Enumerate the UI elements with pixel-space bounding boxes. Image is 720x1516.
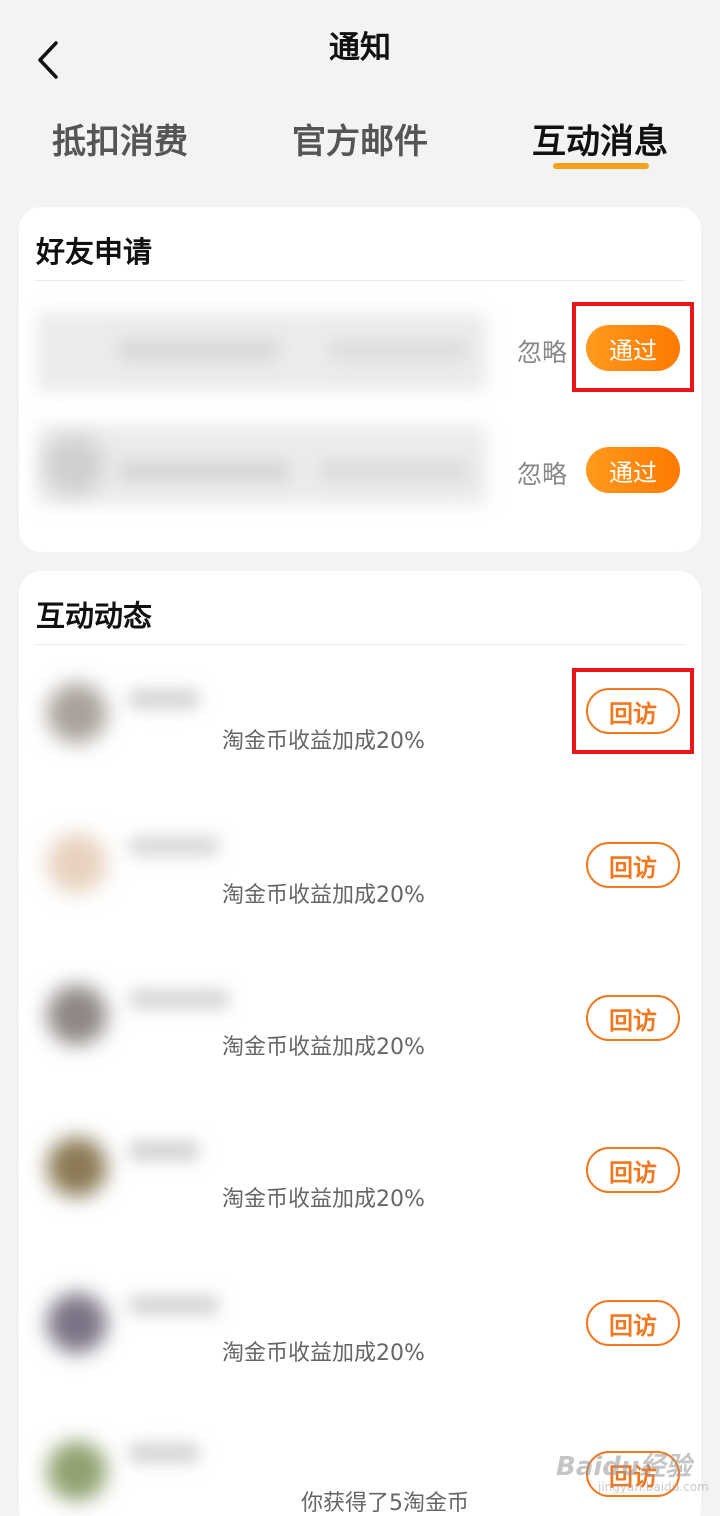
activity-description: 淘金币收益加成20% — [222, 1341, 425, 1366]
avatar — [47, 985, 107, 1045]
tab-deduction[interactable]: 抵扣消费 — [52, 114, 188, 163]
header: 通知 — [0, 0, 720, 90]
divider — [34, 280, 686, 281]
blurred-name — [129, 1141, 199, 1161]
activity-description: 淘金币收益加成20% — [222, 1035, 425, 1060]
activity-description: 淘金币收益加成20% — [222, 883, 425, 908]
blurred-name — [119, 460, 289, 482]
visit-back-button[interactable]: 回访 — [586, 1147, 680, 1193]
blurred-detail — [319, 460, 469, 482]
blurred-detail — [329, 339, 469, 361]
activity-card: 互动动态 淘金币收益加成20% 回访 淘金币收益加成20% 回访 淘金币收益加成… — [19, 571, 701, 1516]
blurred-name — [129, 1295, 219, 1315]
section-title: 互动动态 — [36, 599, 153, 633]
avatar — [47, 1441, 107, 1501]
visit-back-button[interactable]: 回访 — [586, 688, 680, 734]
ignore-button[interactable]: 忽略 — [517, 333, 567, 369]
visit-back-button[interactable]: 回访 — [586, 995, 680, 1041]
page-title: 通知 — [329, 30, 391, 66]
blurred-name — [129, 689, 199, 709]
blurred-name — [129, 836, 219, 856]
blurred-name — [129, 1443, 199, 1463]
divider — [34, 644, 686, 645]
tab-active-indicator — [553, 163, 649, 169]
ignore-button[interactable]: 忽略 — [517, 455, 567, 491]
approve-button[interactable]: 通过 — [586, 447, 680, 493]
avatar — [47, 683, 107, 743]
watermark-url: jingyan.baidu.com — [598, 1480, 709, 1494]
watermark-logo: Baidu经验 — [556, 1452, 692, 1482]
activity-description: 淘金币收益加成20% — [222, 1187, 425, 1212]
activity-description: 你获得了5淘金币 — [301, 1491, 469, 1516]
avatar — [47, 833, 107, 893]
visit-back-button[interactable]: 回访 — [586, 1300, 680, 1346]
blurred-name — [119, 339, 279, 361]
avatar — [44, 435, 104, 495]
section-title: 好友申请 — [36, 235, 153, 269]
visit-back-button[interactable]: 回访 — [586, 842, 680, 888]
activity-description: 淘金币收益加成20% — [222, 729, 425, 754]
blurred-name — [129, 989, 229, 1009]
avatar — [47, 1137, 107, 1197]
approve-button[interactable]: 通过 — [586, 325, 680, 371]
friend-requests-card: 好友申请 忽略 通过 忽略 通过 — [19, 207, 701, 552]
avatar — [47, 1293, 107, 1353]
tab-official-mail[interactable]: 官方邮件 — [292, 114, 428, 163]
tab-interaction[interactable]: 互动消息 — [532, 114, 668, 163]
